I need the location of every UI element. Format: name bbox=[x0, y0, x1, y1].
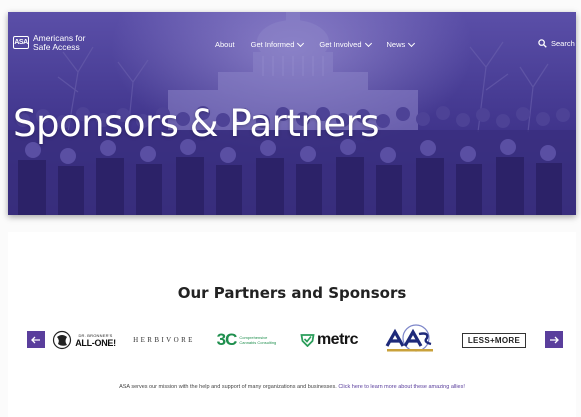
metrc-wordmark: metrc bbox=[316, 331, 359, 348]
nav-get-informed[interactable]: Get Informed bbox=[250, 39, 305, 49]
nav-about[interactable]: About bbox=[215, 40, 235, 49]
lessmore-wordmark: LESS+MORE bbox=[461, 332, 527, 348]
nav-get-informed-label: Get Informed bbox=[250, 40, 295, 49]
partner-logo-allone[interactable]: DR. BRONNER'S ALL-ONE! bbox=[49, 322, 119, 358]
nav-news[interactable]: News bbox=[386, 39, 416, 49]
carousel-next-button[interactable] bbox=[545, 331, 563, 348]
chevron-down-icon bbox=[297, 39, 305, 47]
nav-get-involved-label: Get Involved bbox=[319, 40, 362, 49]
3c-tagline: Comprehensive Cannabis Consulting bbox=[239, 335, 277, 345]
logo-text-line2: Safe Access bbox=[33, 41, 80, 52]
site-logo[interactable]: ASA Americans for Safe Access bbox=[13, 34, 85, 51]
logo-text: Americans for Safe Access bbox=[33, 34, 85, 51]
partner-logo-asa[interactable] bbox=[381, 322, 441, 358]
allone-line2: ALL-ONE! bbox=[75, 337, 116, 348]
carousel-prev-button[interactable] bbox=[27, 331, 45, 348]
partner-logo-herbivore[interactable]: HERBIVORE bbox=[130, 322, 198, 358]
partners-section: Our Partners and Sponsors DR. BRONNER'S … bbox=[8, 232, 576, 417]
shield-check-icon bbox=[300, 334, 315, 347]
chevron-down-icon bbox=[364, 39, 372, 47]
partners-note: ASA serves our mission with the help and… bbox=[8, 384, 576, 390]
search-button[interactable]: Search bbox=[538, 39, 575, 48]
main-navigation: ASA Americans for Safe Access About Get … bbox=[8, 12, 576, 60]
arrow-left-icon bbox=[31, 336, 40, 343]
search-label: Search bbox=[551, 39, 575, 48]
page-title: Sponsors & Partners bbox=[13, 102, 380, 145]
partner-logo-3c[interactable]: 3C Comprehensive Cannabis Consulting bbox=[213, 322, 283, 358]
partners-heading: Our Partners and Sponsors bbox=[177, 284, 407, 302]
search-icon bbox=[538, 39, 547, 48]
3c-mark: 3C bbox=[216, 330, 238, 349]
asa-partner-logo-icon bbox=[385, 324, 433, 352]
globe-icon bbox=[53, 330, 72, 350]
hero-banner: ASA Americans for Safe Access About Get … bbox=[8, 12, 576, 215]
allone-text: DR. BRONNER'S ALL-ONE! bbox=[75, 333, 116, 348]
partners-note-text: ASA serves our mission with the help and… bbox=[119, 384, 339, 390]
nav-get-involved[interactable]: Get Involved bbox=[319, 39, 372, 49]
learn-more-allies-link[interactable]: Click here to learn more about these ama… bbox=[338, 384, 465, 390]
asa-logo-icon: ASA bbox=[13, 36, 29, 49]
nav-links: About Get Informed Get Involved News bbox=[215, 39, 416, 49]
partner-logo-metrc[interactable]: metrc bbox=[295, 322, 363, 358]
nav-about-label: About bbox=[215, 40, 235, 49]
arrow-right-icon bbox=[550, 336, 559, 343]
partners-carousel: DR. BRONNER'S ALL-ONE! HERBIVORE 3C Comp… bbox=[8, 322, 576, 358]
partner-logo-lessmore[interactable]: LESS+MORE bbox=[461, 322, 527, 358]
chevron-down-icon bbox=[408, 39, 416, 47]
nav-news-label: News bbox=[386, 40, 406, 49]
